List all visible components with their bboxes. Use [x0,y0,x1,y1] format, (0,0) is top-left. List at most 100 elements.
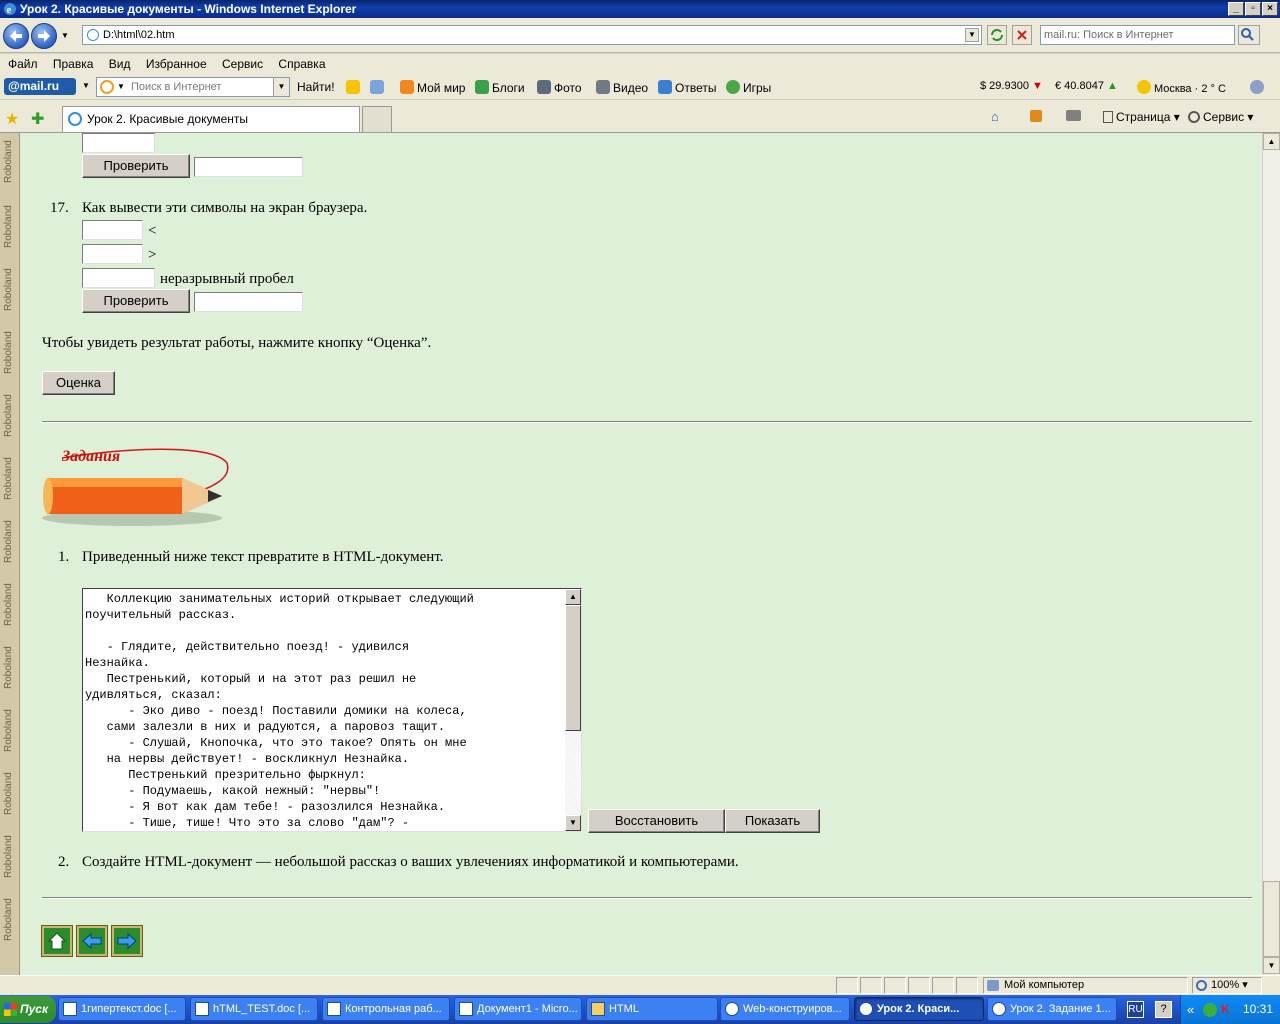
new-tab-button[interactable] [362,106,392,132]
home-nav-button[interactable] [41,925,73,957]
start-button[interactable]: Пуск [0,996,56,1023]
zoom-control[interactable]: 100% ▾ [1192,977,1262,994]
taskbar-item-active[interactable]: Урок 2. Краси... [854,997,984,1021]
link-video[interactable]: Видео [596,80,648,95]
rss-icon[interactable] [1030,110,1042,122]
forward-button[interactable] [31,23,57,49]
source-textarea[interactable]: Коллекцию занимательных историй открывае… [82,588,582,832]
tray-icon[interactable] [1203,1003,1217,1017]
maximize-button[interactable]: ▫ [1245,2,1261,16]
menu-file[interactable]: Файл [0,54,42,71]
restore-button[interactable]: Восстановить [588,809,725,833]
minimize-button[interactable]: _ [1228,2,1244,16]
computer-icon [987,980,999,991]
favorites-star-icon[interactable]: ★ [5,109,19,129]
page-scrollbar[interactable]: ▲ ▼ [1262,133,1280,975]
taskbar-item[interactable]: Урок 2. Задание 1... [987,997,1117,1021]
print-icon[interactable] [1066,110,1081,121]
scroll-thumb[interactable] [1263,881,1280,957]
grade-button[interactable]: Оценка [42,371,115,395]
answer-input[interactable] [82,133,155,153]
answer-input-gt[interactable] [82,244,143,264]
check-button[interactable]: Проверить [82,289,190,313]
taskbar-item[interactable]: Документ1 - Micro... [454,997,582,1021]
next-nav-button[interactable] [111,925,143,957]
menu-edit[interactable]: Правка [45,54,98,71]
link-photo[interactable]: Фото [537,80,582,95]
camera-icon[interactable] [370,80,387,95]
language-indicator[interactable]: RU [1127,1001,1144,1018]
stop-button[interactable] [1012,25,1032,45]
taskbar-item[interactable]: hTML_TEST.doc [... [190,997,318,1021]
taskbar-item[interactable]: HTML [586,997,718,1021]
tray-expand-icon[interactable]: « [1187,995,1194,1024]
status-cell [908,977,930,994]
check-result-field[interactable] [194,157,303,177]
taskbar-item[interactable]: Контрольная раб... [322,997,450,1021]
scroll-down-icon[interactable]: ▼ [1263,957,1280,974]
refresh-button[interactable] [987,25,1007,45]
usd-rate[interactable]: $ 29.9300 ▼ [980,80,1043,92]
history-dropdown-icon[interactable]: ▼ [61,31,69,40]
tools-menu[interactable]: Сервис ▾ [1188,110,1253,124]
search-input[interactable]: mail.ru: Поиск в Интернет [1040,25,1235,45]
settings-icon[interactable] [1250,80,1267,95]
page-menu[interactable]: Страница ▾ [1103,110,1180,124]
address-dropdown-icon[interactable]: ▼ [965,28,979,42]
window-title-bar: e Урок 2. Красивые документы - Windows I… [0,0,1280,18]
search-button[interactable] [1238,25,1260,45]
separator [42,897,1252,899]
marker-icon[interactable] [346,80,363,95]
back-button[interactable] [3,23,29,49]
menu-view[interactable]: Вид [101,54,135,71]
tab-active[interactable]: Урок 2. Красивые документы [62,106,360,132]
prev-nav-button[interactable] [76,925,108,957]
scroll-thumb[interactable] [565,605,581,731]
scroll-down-icon[interactable]: ▼ [565,815,581,831]
mailru-search-dropdown-icon[interactable]: ▼ [273,78,289,96]
tab-ie-icon [68,112,82,126]
check-button[interactable]: Проверить [82,154,190,178]
help-icon[interactable]: ? [1155,1001,1172,1018]
tray-antivirus-icon[interactable]: K [1221,995,1230,1024]
page-icon [87,29,99,41]
address-input[interactable]: D:\html\02.htm ▼ [82,25,982,45]
add-favorites-icon[interactable]: ✚ [31,109,44,129]
mailru-search-input[interactable]: ▼ Поиск в Интернет ▼ [96,77,290,97]
link-games[interactable]: Игры [726,80,771,95]
check-result-field[interactable] [194,292,303,312]
show-button[interactable]: Показать [725,809,820,833]
question-number: 17. [50,200,69,216]
link-my-world[interactable]: Мой мир [400,80,465,95]
eur-rate[interactable]: € 40.8047 ▲ [1055,80,1118,92]
menu-tools[interactable]: Сервис [214,54,267,71]
home-icon[interactable]: ⌂ [991,109,999,124]
gear-icon [1188,111,1200,123]
scroll-up-icon[interactable]: ▲ [1263,133,1280,150]
weather[interactable]: Москва · 2 ° C [1137,80,1226,95]
answer-input-nbsp[interactable] [82,268,155,288]
clock[interactable]: 10:31 [1243,995,1273,1024]
scroll-up-icon[interactable]: ▲ [565,589,581,605]
task-text: Создайте HTML-документ — небольшой расск… [82,854,739,870]
symbol-nbsp: неразрывный пробел [160,271,294,287]
mailru-menu-dropdown-icon[interactable]: ▼ [82,81,90,90]
link-blogs[interactable]: Блоги [475,80,525,95]
menu-favorites[interactable]: Избранное [138,54,211,71]
symbol-gt: > [148,247,157,263]
taskbar-item[interactable]: 1гипертекст.doc [... [58,997,186,1021]
find-button[interactable]: Найти! [297,80,335,94]
word-doc-icon [195,1002,209,1016]
menu-help[interactable]: Справка [270,54,329,71]
status-cell [884,977,906,994]
my-world-icon [400,80,414,94]
close-window-button[interactable]: × [1262,2,1278,16]
link-answers[interactable]: Ответы [658,80,716,95]
textarea-scrollbar[interactable]: ▲ ▼ [565,589,581,831]
mailru-logo[interactable]: @mail.ru [4,78,76,95]
up-arrow-icon: ▲ [1107,80,1118,92]
search-engine-dropdown-icon[interactable]: ▼ [117,78,125,96]
taskbar-item[interactable]: Web-конструиров... [720,997,850,1021]
svg-text:e: e [7,4,12,16]
answer-input-lt[interactable] [82,220,143,240]
